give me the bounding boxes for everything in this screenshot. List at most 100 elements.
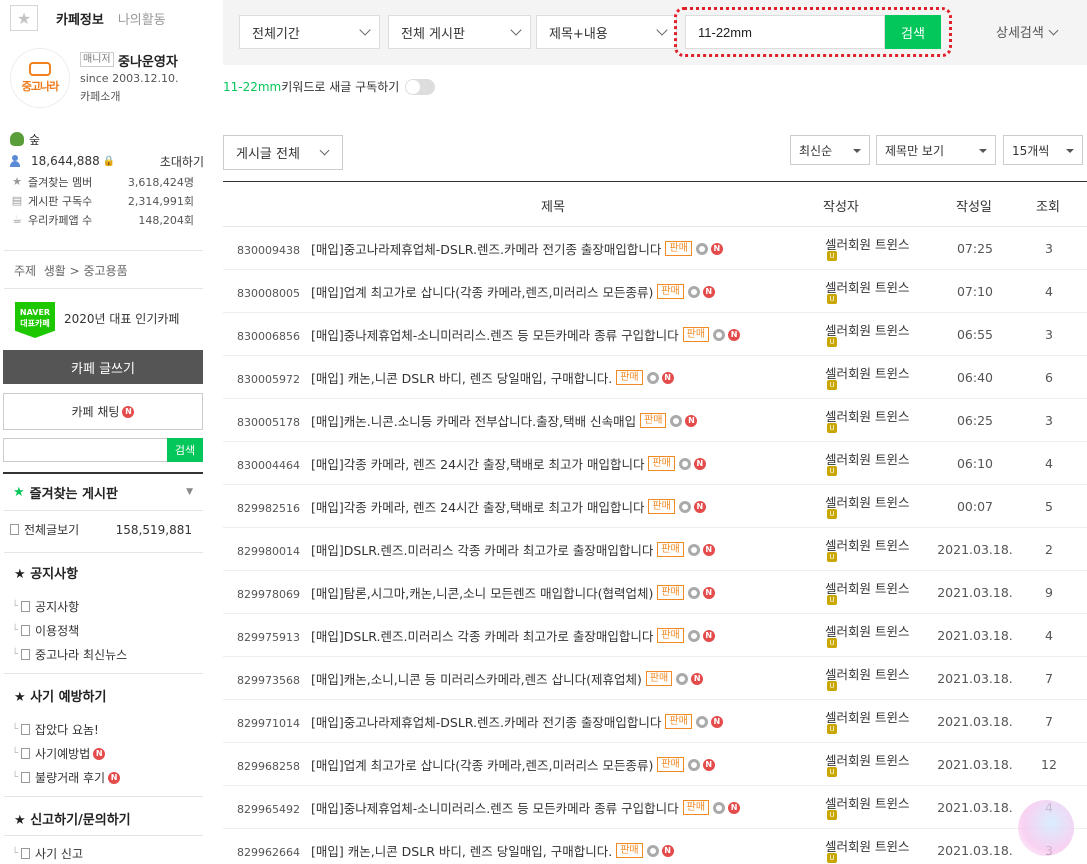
post-author[interactable]: 셀러회원 트윈스 <box>825 621 909 640</box>
menu-head-fraud: ★ 사기 예방하기 <box>14 690 107 705</box>
post-title-link[interactable]: [매입]각종 카메라, 렌즈 24시간 출장,택배로 최고가 매입합니다 판매 N <box>311 454 706 473</box>
post-views: 3 <box>1045 327 1053 342</box>
post-title: [매입]DSLR.렌즈.미러리스 각종 카메라 최고가로 출장매입합니다 <box>311 543 654 558</box>
stat-value: 148,204회 <box>138 213 194 227</box>
post-title-link[interactable]: [매입] 캐논,니콘 DSLR 바디, 렌즈 당일매입, 구매합니다. 판매 N <box>311 368 674 387</box>
post-title-link[interactable]: [매입]각종 카메라, 렌즈 24시간 출장,택배로 최고가 매입합니다 판매 N <box>311 497 706 516</box>
favorite-boards-header[interactable]: ★ 즐겨찾는 게시판 ▼ <box>3 472 203 510</box>
sidebar-tabs: ★ 카페정보 나의활동 <box>10 5 208 31</box>
member-level-icon: U <box>827 380 837 390</box>
post-title-link[interactable]: [매입]중나제휴업체-소니미러리스.렌즈 등 모든카메라 종류 구입합니다 판매 N <box>311 325 741 344</box>
menu-item[interactable]: └ 이용정책 <box>12 622 79 639</box>
post-author[interactable]: 셀러회원 트윈스 <box>825 492 909 511</box>
cafe-chat-button[interactable]: 카페 채팅 N <box>3 393 203 430</box>
view-select[interactable]: 제목만 보기 <box>876 135 996 165</box>
document-icon <box>10 524 19 535</box>
menu-item[interactable]: └ 잡았다 요놈! <box>12 721 99 738</box>
member-level-icon: U <box>827 810 837 820</box>
post-type-select[interactable]: 게시글 전체 <box>223 135 343 170</box>
triangle-down-icon <box>979 149 987 153</box>
post-title-link[interactable]: [매입]DSLR.렌즈.미러리스 각종 카메라 최고가로 출장매입합니다 판매 N <box>311 626 715 645</box>
sale-badge: 판매 <box>657 284 684 299</box>
cafe-stats: 숲 18,644,888 🔒 초대하기 ★ 즐겨찾는 멤버 3,618,424명… <box>10 128 204 229</box>
sale-badge: 판매 <box>616 370 643 385</box>
sidebar-search: 검색 <box>3 438 203 462</box>
member-level-icon: U <box>827 466 837 476</box>
divider <box>4 288 203 289</box>
menu-item-label: 중고나라 최신뉴스 <box>35 648 128 662</box>
menu-item[interactable]: └ 사기 신고 <box>12 845 83 862</box>
post-title-link[interactable]: [매입]탐론,시그마,캐논,니콘,소니 모든렌즈 매입합니다(협력업체) 판매 N <box>311 583 715 602</box>
post-title-link[interactable]: [매입]중고나라제휴업체-DSLR.렌즈.카메라 전기종 출장매입합니다 판매 N <box>311 712 723 731</box>
invite-button[interactable]: 초대하기 <box>160 153 204 170</box>
post-title-link[interactable]: [매입]캐논,소니,니콘 등 미러리스카메라,렌즈 삽니다(제휴업체) 판매 N <box>311 669 704 688</box>
write-post-button[interactable]: 카페 글쓰기 <box>3 350 203 384</box>
post-date: 2021.03.18. <box>937 757 1013 772</box>
post-author[interactable]: 셀러회원 트윈스 <box>825 449 909 468</box>
floating-widget-icon[interactable] <box>1018 800 1074 856</box>
post-author[interactable]: 셀러회원 트윈스 <box>825 406 909 425</box>
cafe-intro-link[interactable]: 카페소개 <box>80 88 120 104</box>
cafe-logo[interactable]: 중고나라 <box>10 48 70 108</box>
tab-my-activity[interactable]: 나의활동 <box>118 9 166 28</box>
post-title-link[interactable]: [매입]중나제휴업체-소니미러리스.렌즈 등 모든카메라 종류 구입합니다 판매 N <box>311 798 741 817</box>
topic-value[interactable]: 생활 > 중고용품 <box>44 264 128 278</box>
post-views: 4 <box>1045 628 1053 643</box>
menu-item[interactable]: └ 사기예방법 N <box>12 745 106 762</box>
post-title-link[interactable]: [매입] 캐논,니콘 DSLR 바디, 렌즈 당일매입, 구매합니다. 판매 N <box>311 841 674 860</box>
per-page-select[interactable]: 15개씩 <box>1003 135 1083 165</box>
subscribe-toggle[interactable] <box>405 78 436 95</box>
chevron-down-icon <box>656 24 668 36</box>
post-number: 829971014 <box>237 717 300 730</box>
post-views: 3 <box>1045 241 1053 256</box>
post-author[interactable]: 셀러회원 트윈스 <box>825 578 909 597</box>
post-title-link[interactable]: [매입]업계 최고가로 삽니다(각종 카메라,렌즈,미러리스 모든종류) 판매 N <box>311 282 715 301</box>
post-title-link[interactable]: [매입]업계 최고가로 삽니다(각종 카메라,렌즈,미러리스 모든종류) 판매 N <box>311 755 715 774</box>
menu-head-label: 공지사항 <box>30 567 79 582</box>
menu-item[interactable]: └ 공지사항 <box>12 598 79 615</box>
new-badge-icon: N <box>693 457 706 470</box>
post-title-link[interactable]: [매입]중고나라제휴업체-DSLR.렌즈.카메라 전기종 출장매입합니다 판매 N <box>311 239 723 258</box>
post-date: 2021.03.18. <box>937 585 1013 600</box>
all-posts-link[interactable]: 전체글보기 158,519,881 <box>10 521 192 538</box>
post-date: 2021.03.18. <box>937 542 1013 557</box>
new-badge-icon: N <box>710 242 723 255</box>
post-author[interactable]: 셀러회원 트윈스 <box>825 277 909 296</box>
post-author[interactable]: 셀러회원 트윈스 <box>825 363 909 382</box>
post-author[interactable]: 셀러회원 트윈스 <box>825 793 909 812</box>
board-select[interactable]: 전체 게시판 <box>388 15 531 49</box>
post-title-link[interactable]: [매입]캐논.니콘.소니등 카메라 전부삽니다.출장,택배 신속매입 판매 N <box>311 411 698 430</box>
table-row: 829965492 [매입]중나제휴업체-소니미러리스.렌즈 등 모든카메라 종류… <box>223 786 1087 829</box>
post-number: 829982516 <box>237 502 300 515</box>
scope-select[interactable]: 제목+내용 <box>536 15 677 49</box>
post-author[interactable]: 셀러회원 트윈스 <box>825 320 909 339</box>
sidebar-search-button[interactable]: 검색 <box>167 438 203 462</box>
table-row: 830005178 [매입]캐논.니콘.소니등 카메라 전부삽니다.출장,택배 신… <box>223 399 1087 442</box>
post-author[interactable]: 셀러회원 트윈스 <box>825 707 909 726</box>
post-author[interactable]: 셀러회원 트윈스 <box>825 535 909 554</box>
period-select[interactable]: 전체기간 <box>239 15 380 49</box>
favorite-star-icon[interactable]: ★ <box>10 5 38 31</box>
post-title-link[interactable]: [매입]DSLR.렌즈.미러리스 각종 카메라 최고가로 출장매입합니다 판매 N <box>311 540 715 559</box>
sort-select[interactable]: 최신순 <box>790 135 870 165</box>
menu-item[interactable]: └ 불량거래 후기 N <box>12 769 121 786</box>
post-author[interactable]: 셀러회원 트윈스 <box>825 836 909 855</box>
operator-name[interactable]: 중나운영자 <box>118 51 178 70</box>
post-views: 5 <box>1045 499 1053 514</box>
member-count[interactable]: 18,644,888 <box>31 154 100 168</box>
post-author[interactable]: 셀러회원 트윈스 <box>825 750 909 769</box>
menu-item[interactable]: └ 중고나라 최신뉴스 <box>12 646 127 663</box>
search-button[interactable]: 검색 <box>885 15 941 49</box>
post-author[interactable]: 셀러회원 트윈스 <box>825 664 909 683</box>
post-title: [매입] 캐논,니콘 DSLR 바디, 렌즈 당일매입, 구매합니다. <box>311 371 613 386</box>
tab-cafe-info[interactable]: 카페정보 <box>56 9 104 28</box>
caret-down-icon: ▼ <box>186 487 193 497</box>
sidebar-search-input[interactable] <box>3 438 167 462</box>
sale-badge: 판매 <box>648 456 675 471</box>
camera-icon <box>687 629 700 642</box>
post-author[interactable]: 셀러회원 트윈스 <box>825 234 909 253</box>
search-input[interactable] <box>685 15 885 49</box>
post-views: 7 <box>1045 671 1053 686</box>
detail-search-toggle[interactable]: 상세검색 <box>996 22 1059 41</box>
post-number: 830009438 <box>237 244 300 257</box>
